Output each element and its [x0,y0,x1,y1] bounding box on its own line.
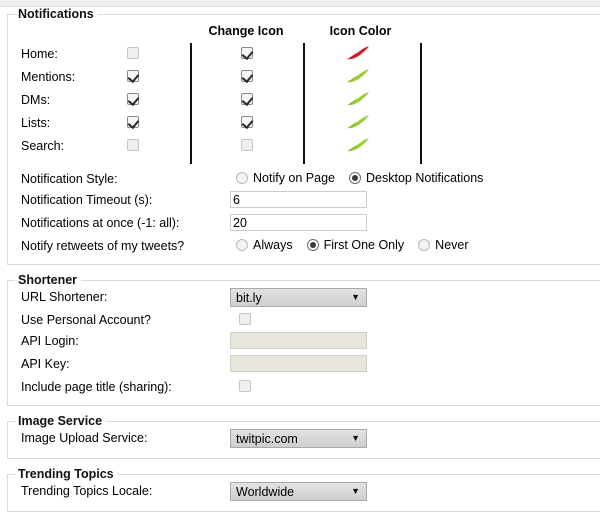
image-upload-service-select[interactable]: twitpic.com ▼ [230,429,367,448]
radio-desktop-notifications[interactable] [349,172,361,184]
notify-retweets-radio-group: Always First One Only Never [236,238,469,252]
trending-topics-locale-label: Trending Topics Locale: [21,484,153,498]
bird-icon-svg [347,115,369,129]
image-upload-service-control: twitpic.com ▼ [230,429,367,448]
bird-icon-svg [347,92,369,106]
api-key-control [230,355,367,372]
chevron-down-icon: ▼ [351,486,360,496]
trending-topics-fieldset: Trending Topics Trending Topics Locale: … [7,467,600,512]
notification-label-dms: DMs: [21,93,51,107]
url-shortener-label: URL Shortener: [21,290,108,304]
use-personal-account-label: Use Personal Account? [21,313,151,327]
include-page-title-label: Include page title (sharing): [21,380,172,394]
image-service-fieldset: Image Service Image Upload Service: twit… [7,414,600,459]
notification-timeout-label: Notification Timeout (s): [21,193,153,207]
notification-row-search: Search: [8,135,600,158]
image-service-legend: Image Service [18,414,103,428]
url-shortener-select[interactable]: bit.ly ▼ [230,288,367,307]
notifications-at-once-control [230,214,367,231]
notification-label-search: Search: [21,139,65,153]
trending-topics-locale-value: Worldwide [236,485,295,499]
change-icon-checkbox-lists[interactable] [241,116,253,131]
notifications-fieldset: Notifications Change Icon Icon Color Hom… [7,7,600,265]
radio-first-one-only[interactable] [306,239,319,251]
notification-label-lists: Lists: [21,116,51,130]
trending-topics-locale-select[interactable]: Worldwide ▼ [230,482,367,501]
notification-enable-checkbox-mentions[interactable] [127,70,139,85]
api-login-label: API Login: [21,334,79,348]
bird-icon-dms[interactable] [345,91,373,109]
notification-style-radio-group: Notify on Page Desktop Notifications [236,171,483,185]
radio-never[interactable] [418,239,431,251]
api-key-row: API Key: [8,354,600,377]
bird-icon-svg [347,46,369,60]
change-icon-checkbox-search[interactable] [241,139,253,154]
api-key-input[interactable] [230,355,367,372]
change-icon-checkbox-mentions[interactable] [241,70,253,85]
include-page-title-row: Include page title (sharing): [8,377,600,398]
window-top-strip [0,0,600,7]
radio-label-desktop-notifications: Desktop Notifications [366,171,484,185]
api-login-input[interactable] [230,332,367,349]
bird-icon-lists[interactable] [345,114,373,132]
url-shortener-value: bit.ly [236,291,262,305]
radio-label-first-one-only: First One Only [323,238,405,252]
radio-label-never: Never [435,238,469,252]
radio-always[interactable] [236,239,248,251]
notifications-at-once-label: Notifications at once (-1: all): [21,216,180,230]
notification-row-lists: Lists: [8,112,600,135]
api-key-label: API Key: [21,357,70,371]
notification-enable-checkbox-home[interactable] [127,47,139,62]
use-personal-account-checkbox[interactable] [239,313,251,328]
include-page-title-checkbox[interactable] [239,380,251,395]
url-shortener-control: bit.ly ▼ [230,288,367,307]
bird-icon-svg [347,138,369,152]
notification-row-mentions: Mentions: [8,66,600,89]
notification-row-dms: DMs: [8,89,600,112]
bird-icon-svg [347,69,369,83]
notifications-legend: Notifications [18,7,94,21]
radio-notify-on-page[interactable] [236,172,248,184]
notification-row-home: Home: [8,43,600,66]
notification-style-label: Notification Style: [21,172,118,186]
notifications-column-headers: Change Icon Icon Color [8,23,600,43]
image-upload-service-label: Image Upload Service: [21,431,148,445]
column-header-icon-color: Icon Color [329,24,392,38]
shortener-fieldset: Shortener URL Shortener: bit.ly ▼ Use Pe… [7,273,600,406]
notification-timeout-control [230,191,367,208]
bird-icon-search[interactable] [345,137,373,155]
bird-icon-home[interactable] [345,45,373,63]
image-upload-service-row: Image Upload Service: twitpic.com ▼ [8,428,600,451]
notification-style-row: Notification Style: Notify on Page Deskto… [8,169,600,190]
preferences-page: Notifications Change Icon Icon Color Hom… [0,7,600,520]
radio-label-notify-on-page: Notify on Page [253,171,335,185]
bird-icon-mentions[interactable] [345,68,373,86]
chevron-down-icon: ▼ [351,433,360,443]
notify-retweets-label: Notify retweets of my tweets? [21,239,185,253]
trending-topics-locale-control: Worldwide ▼ [230,482,367,501]
notification-enable-checkbox-lists[interactable] [127,116,139,131]
api-login-row: API Login: [8,331,600,354]
trending-topics-legend: Trending Topics [18,467,114,481]
chevron-down-icon: ▼ [351,292,360,302]
change-icon-checkbox-home[interactable] [241,47,253,62]
notification-label-home: Home: [21,47,58,61]
notification-timeout-row: Notification Timeout (s): [8,190,600,213]
radio-label-always: Always [253,238,293,252]
notification-label-mentions: Mentions: [21,70,76,84]
notification-enable-checkbox-dms[interactable] [127,93,139,108]
api-login-control [230,332,367,349]
use-personal-account-row: Use Personal Account? [8,310,600,331]
column-header-change-icon: Change Icon [208,24,284,38]
shortener-legend: Shortener [18,273,78,287]
url-shortener-row: URL Shortener: bit.ly ▼ [8,287,600,310]
notifications-at-once-row: Notifications at once (-1: all): [8,213,600,236]
notification-enable-checkbox-search[interactable] [127,139,139,154]
notify-retweets-row: Notify retweets of my tweets? Always Firs… [8,236,600,257]
notification-timeout-input[interactable] [230,191,367,208]
change-icon-checkbox-dms[interactable] [241,93,253,108]
notifications-at-once-input[interactable] [230,214,367,231]
image-upload-service-value: twitpic.com [236,432,298,446]
